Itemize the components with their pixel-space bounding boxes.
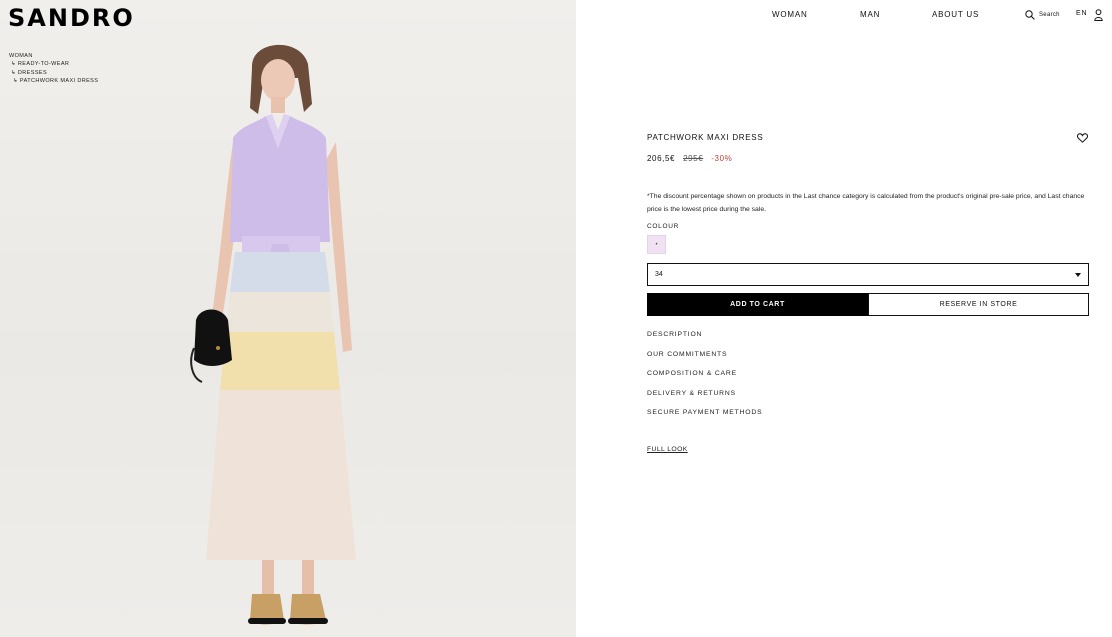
nav-about-us[interactable]: ABOUT US (932, 10, 979, 19)
colour-label: COLOUR (647, 223, 680, 230)
current-price: 206,5€ (647, 154, 676, 163)
search-icon (1025, 10, 1035, 20)
size-select[interactable]: 34 (647, 263, 1089, 286)
account-icon[interactable] (1094, 9, 1103, 21)
breadcrumb-ready-to-wear[interactable]: ↳ READY-TO-WEAR (9, 60, 98, 68)
search-label: Search (1039, 12, 1060, 18)
price-block: 206,5€ 295€ -30% (647, 154, 1089, 163)
discount-badge: -30% (711, 154, 733, 163)
product-photo[interactable] (180, 30, 380, 637)
size-value: 34 (655, 271, 663, 278)
main-navigation: WOMAN MAN ABOUT US Search EN (772, 9, 1112, 24)
heart-icon (1077, 133, 1088, 143)
accordion-description[interactable]: DESCRIPTION (647, 331, 1089, 351)
colour-swatch[interactable]: • (647, 235, 666, 254)
language-selector[interactable]: EN (1076, 10, 1087, 17)
full-look-link[interactable]: FULL LOOK (647, 446, 688, 453)
breadcrumb-dresses[interactable]: ↳ DRESSES (9, 69, 98, 77)
wishlist-button[interactable] (1077, 131, 1088, 146)
accordion-secure-payment[interactable]: SECURE PAYMENT METHODS (647, 409, 1089, 429)
reserve-in-store-button[interactable]: RESERVE IN STORE (868, 293, 1089, 316)
caret-down-icon (1075, 272, 1081, 277)
nav-woman[interactable]: WOMAN (772, 10, 808, 19)
product-image-pane: SANDRO WOMAN ↳ READY-TO-WEAR ↳ DRESSES ↳… (0, 0, 576, 637)
nav-man[interactable]: MAN (860, 10, 880, 19)
product-details: PATCHWORK MAXI DRESS 206,5€ 295€ -30% *T… (647, 128, 1089, 456)
product-info-accordion: DESCRIPTION OUR COMMITMENTS COMPOSITION … (647, 331, 1089, 429)
swatch-selected-mark: • (655, 241, 658, 248)
accordion-delivery-returns[interactable]: DELIVERY & RETURNS (647, 390, 1089, 410)
breadcrumb: WOMAN ↳ READY-TO-WEAR ↳ DRESSES ↳ PATCHW… (9, 52, 98, 86)
search-button[interactable]: Search (1025, 10, 1060, 20)
product-title: PATCHWORK MAXI DRESS (647, 132, 764, 142)
discount-note: *The discount percentage shown on produc… (647, 193, 1085, 213)
brand-logo[interactable]: SANDRO (8, 4, 135, 32)
accordion-composition-care[interactable]: COMPOSITION & CARE (647, 370, 1089, 390)
original-price: 295€ (683, 154, 704, 163)
breadcrumb-current-product[interactable]: ↳ PATCHWORK MAXI DRESS (9, 77, 98, 85)
add-to-cart-button[interactable]: ADD TO CART (647, 293, 868, 316)
breadcrumb-woman[interactable]: WOMAN (9, 52, 98, 60)
accordion-our-commitments[interactable]: OUR COMMITMENTS (647, 351, 1089, 371)
